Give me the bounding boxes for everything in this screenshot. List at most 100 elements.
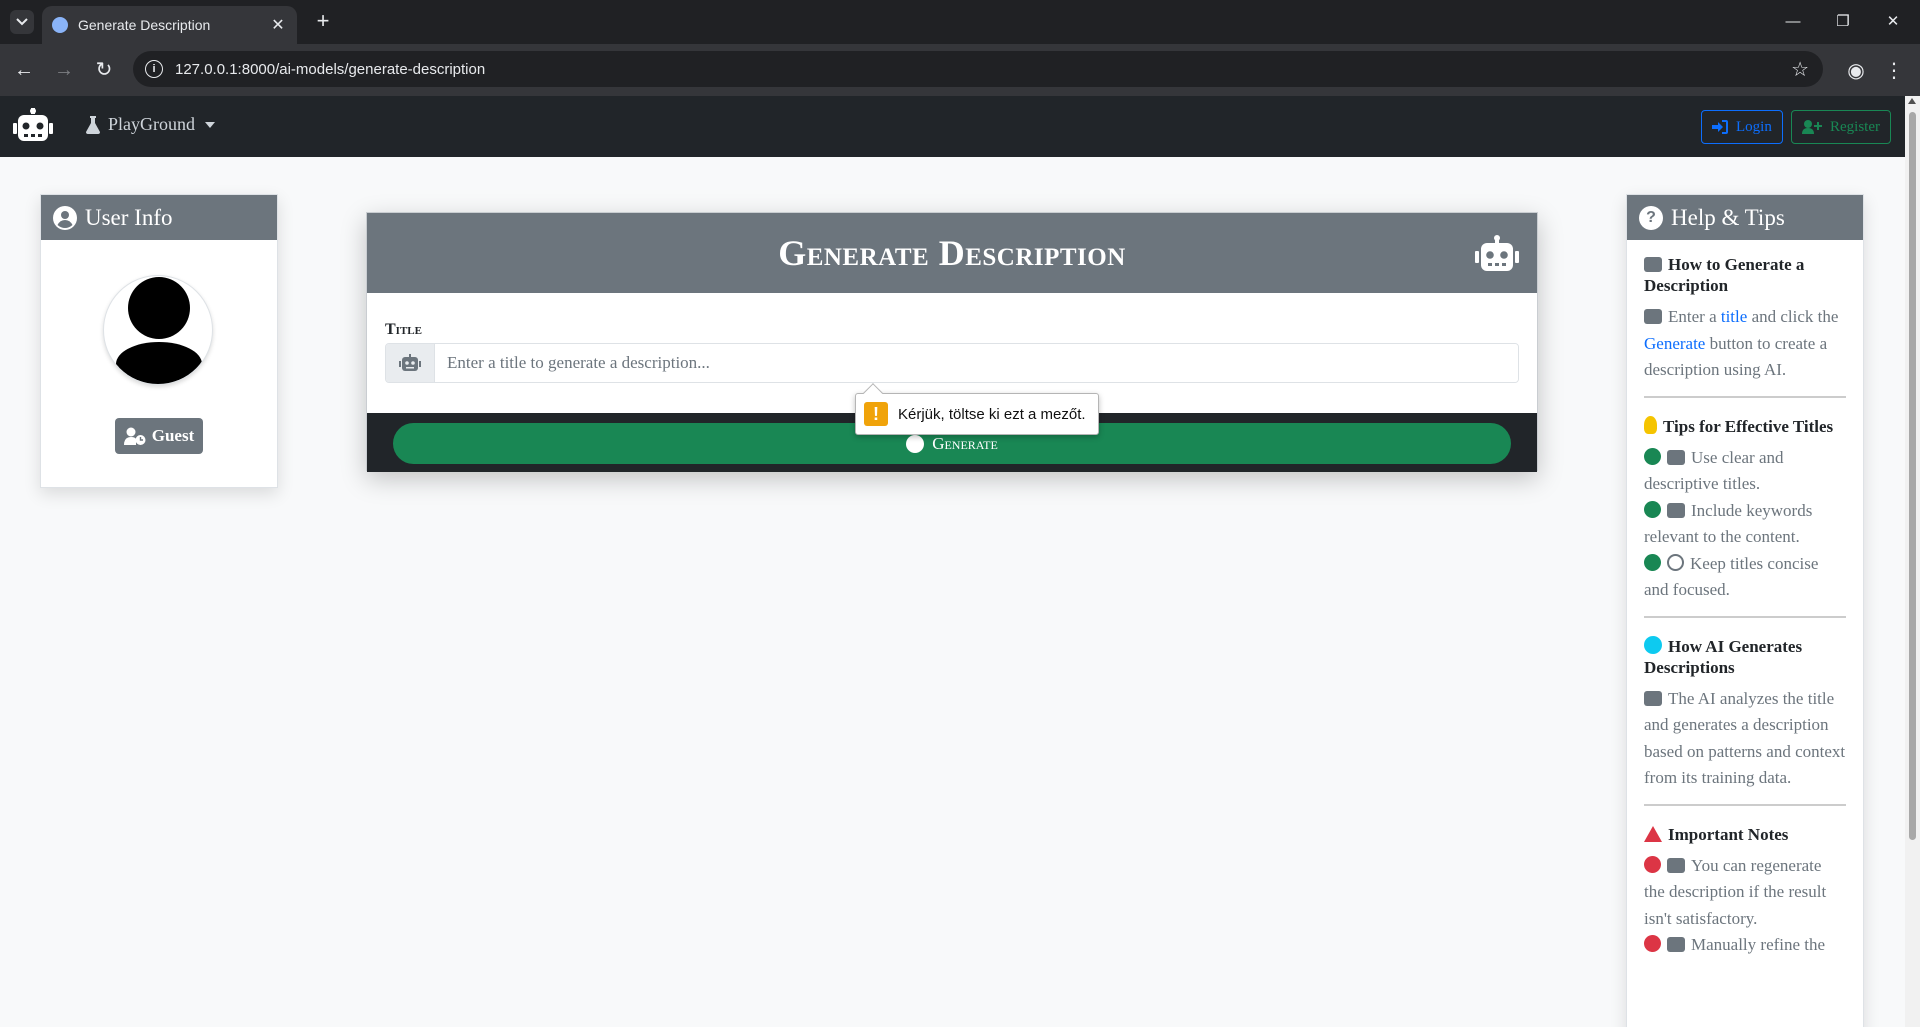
generate-link: Generate <box>1644 333 1706 353</box>
register-label: Register <box>1830 118 1880 135</box>
help-header: ? Help & Tips <box>1627 195 1863 240</box>
close-window-button[interactable]: ✕ <box>1878 8 1908 36</box>
site-info-icon[interactable]: i <box>145 60 163 78</box>
scroll-thumb[interactable] <box>1909 112 1916 840</box>
generate-header: Generate Description <box>367 213 1537 293</box>
avatar <box>103 275 213 385</box>
help-section-title-text: Tips for Effective Titles <box>1663 416 1834 436</box>
scroll-up-arrow-icon[interactable] <box>1908 98 1916 104</box>
user-clock-icon <box>123 427 146 445</box>
profile-icon[interactable]: ◉ <box>1842 56 1870 84</box>
browser-tabstrip: Generate Description ✕ + — ❐ ✕ <box>0 0 1920 44</box>
reload-icon[interactable]: ↻ <box>90 56 118 84</box>
robot-icon <box>399 354 421 371</box>
user-silhouette-icon <box>116 277 202 384</box>
browser-tab[interactable]: Generate Description ✕ <box>42 6 297 44</box>
title-input-group <box>385 343 1519 383</box>
sync-icon <box>1667 857 1685 873</box>
login-label: Login <box>1736 118 1772 135</box>
user-circle-icon <box>53 205 77 230</box>
robot-icon <box>1475 235 1519 271</box>
tags-icon <box>1667 502 1685 518</box>
exclamation-circle-icon <box>1644 935 1661 952</box>
robot-icon[interactable] <box>13 108 53 144</box>
tab-search-button[interactable] <box>10 10 34 34</box>
tip-text: Use clear and descriptive titles. <box>1644 447 1784 494</box>
register-button[interactable]: Register <box>1791 110 1891 144</box>
site-navbar: PlayGround Login Register <box>0 96 1905 157</box>
user-plus-icon <box>1802 120 1822 134</box>
help-section-title-text: Important Notes <box>1668 824 1789 844</box>
check-circle-icon <box>1644 500 1661 518</box>
help-text-part: and click the <box>1747 307 1839 326</box>
help-section-how-to: How to Generate a Description Enter a ti… <box>1644 254 1846 398</box>
generate-label: Generate <box>932 433 998 453</box>
exclamation-circle-icon <box>1644 855 1661 873</box>
validation-tooltip: ! Kérjük, töltse ki ezt a mezőt. <box>855 383 1099 435</box>
url-text[interactable]: 127.0.0.1:8000/ai-models/generate-descri… <box>175 61 1791 78</box>
guest-label: Guest <box>151 426 195 445</box>
user-info-header: User Info <box>41 195 277 240</box>
page-scrollbar[interactable] <box>1905 96 1920 1027</box>
align-left-icon <box>1667 449 1685 465</box>
sign-in-icon <box>1712 120 1728 134</box>
help-section-title-text: How to Generate a Description <box>1644 255 1805 295</box>
help-text-part: Enter a <box>1668 307 1721 326</box>
validation-message: Kérjük, töltse ki ezt a mezőt. <box>898 405 1086 423</box>
playground-label: PlayGround <box>108 114 195 134</box>
help-section-text: The AI analyzes the title and generates … <box>1644 686 1846 792</box>
title-link: title <box>1720 307 1748 326</box>
new-tab-button[interactable]: + <box>312 10 334 34</box>
title-input[interactable] <box>435 344 1518 382</box>
lightbulb-icon <box>1644 415 1657 434</box>
help-section-title: Tips for Effective Titles <box>1644 415 1846 437</box>
warning-triangle-icon <box>1644 825 1662 842</box>
input-addon <box>386 344 435 382</box>
address-bar[interactable]: i 127.0.0.1:8000/ai-models/generate-desc… <box>133 51 1823 87</box>
list-item: You can regenerate the description if th… <box>1644 853 1846 933</box>
robot-icon <box>1644 690 1662 706</box>
robot-icon <box>1644 257 1662 272</box>
globe-icon <box>52 17 68 33</box>
check-circle-icon <box>1644 447 1661 465</box>
flask-icon <box>86 115 100 134</box>
back-icon[interactable]: ← <box>10 56 38 84</box>
bullseye-icon <box>1667 553 1684 571</box>
list-item: Use clear and descriptive titles. <box>1644 445 1846 498</box>
magic-icon <box>906 434 925 453</box>
playground-dropdown[interactable]: PlayGround <box>86 114 215 135</box>
help-tips-card: ? Help & Tips How to Generate a Descript… <box>1626 194 1864 1027</box>
browser-toolbar: ← → ↻ i 127.0.0.1:8000/ai-models/generat… <box>0 44 1920 96</box>
tab-close-icon[interactable]: ✕ <box>269 15 287 35</box>
restore-button[interactable]: ❐ <box>1828 8 1858 36</box>
edit-icon <box>1667 937 1685 952</box>
page-title: Generate Description <box>778 233 1126 273</box>
edit-icon <box>1644 309 1662 324</box>
help-text-part: The AI analyzes the title and generates … <box>1644 688 1846 788</box>
bookmark-star-icon[interactable]: ☆ <box>1791 57 1809 81</box>
list-item: Include keywords relevant to the content… <box>1644 498 1846 551</box>
user-info-card: User Info Guest <box>40 194 278 488</box>
list-item: Keep titles concise and focused. <box>1644 551 1846 604</box>
minimize-button[interactable]: — <box>1778 8 1808 36</box>
brain-icon <box>1644 635 1662 654</box>
guest-badge: Guest <box>115 418 203 454</box>
caret-down-icon <box>205 121 215 128</box>
help-section-text: Enter a title and click the Generate but… <box>1644 304 1846 384</box>
page-viewport: PlayGround Login Register User Info Gues… <box>0 96 1905 1027</box>
tab-title: Generate Description <box>78 17 211 33</box>
note-text: Manually refine the <box>1691 935 1826 954</box>
list-item: Manually refine the <box>1644 932 1846 959</box>
login-button[interactable]: Login <box>1701 110 1783 144</box>
title-field-label: Title <box>385 321 422 338</box>
menu-kebab-icon[interactable]: ⋮ <box>1880 56 1908 84</box>
user-info-title: User Info <box>85 204 173 230</box>
help-section-title: How AI Generates Descriptions <box>1644 635 1846 678</box>
forward-icon[interactable]: → <box>50 56 78 84</box>
help-body: How to Generate a Description Enter a ti… <box>1627 240 1863 971</box>
chevron-down-icon <box>16 18 28 26</box>
check-circle-icon <box>1644 553 1661 571</box>
help-section-tips: Tips for Effective Titles Use clear and … <box>1644 415 1846 618</box>
help-section-title: How to Generate a Description <box>1644 254 1846 296</box>
help-section-title: Important Notes <box>1644 824 1846 845</box>
